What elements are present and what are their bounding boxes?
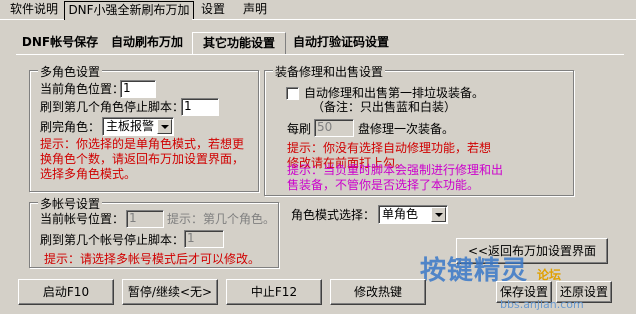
chevron-down-icon[interactable]	[157, 119, 172, 134]
top-tab-line-right	[192, 19, 636, 20]
current-role-input[interactable]: 1	[120, 80, 156, 98]
current-role-label: 当前角色位置：	[40, 82, 125, 96]
multi-role-legend: 多角色设置	[38, 63, 103, 80]
stop-account-label: 刷到第几个帐号停止脚本：	[40, 233, 185, 247]
repair-note: （备注：只出售蓝和白装）	[312, 100, 457, 114]
tab-main-function[interactable]: DNF小强全新刷布万加	[64, 1, 194, 20]
subtab-auto-brush[interactable]: 自动刷布万加	[104, 32, 190, 54]
multi-role-hint: 提示：你选择的是单角色模式，若想更换角色个数，请返回布万加设置界面，选择多角色模…	[40, 137, 245, 181]
multi-account-legend: 多帐号设置	[38, 195, 103, 212]
tab-declaration[interactable]: 声明	[236, 1, 274, 19]
stop-button[interactable]: 中止F12	[226, 279, 322, 305]
chevron-down-icon[interactable]	[431, 207, 446, 222]
multi-account-hint: 提示：请选择多帐号模式后才可以修改。	[44, 252, 261, 266]
repair-every-suffix: 盘修理一次装备。	[358, 122, 455, 136]
current-account-input[interactable]: 1	[126, 210, 164, 228]
start-button[interactable]: 启动F10	[18, 279, 114, 305]
tab-software-info[interactable]: 软件说明	[6, 1, 62, 19]
current-account-label: 当前帐号位置：	[40, 212, 125, 226]
current-account-hint: 提示：第几个角色。	[167, 212, 276, 226]
role-mode-label: 角色模式选择：	[291, 208, 376, 222]
done-role-select[interactable]: 主板报警	[102, 117, 174, 136]
stop-role-label: 刷到第几个角色停止脚本：	[40, 100, 185, 114]
repair-every-input[interactable]: 50	[314, 119, 354, 137]
top-tab-line-left	[0, 19, 64, 20]
subtab-other-settings[interactable]: 其它功能设置	[192, 32, 286, 55]
watermark-url: bbs.anjian.com	[500, 298, 584, 311]
role-mode-select[interactable]: 单角色	[378, 205, 448, 224]
auto-repair-label: 自动修理和出售第一排垃圾装备。	[304, 86, 485, 100]
role-mode-select-value: 单角色	[382, 207, 419, 221]
repair-every-label: 每刷	[287, 122, 312, 136]
subtab-account-save[interactable]: DNF帐号保存	[18, 32, 102, 54]
subtab-line	[16, 54, 624, 55]
repair-hint-magenta: 提示：当负重时脚本会强制进行修理和出售装备，不管你是否选择了本功能。	[287, 163, 504, 192]
pause-button[interactable]: 暂停/继续<无>	[122, 279, 218, 305]
done-role-select-value: 主板报警	[106, 119, 155, 133]
done-role-label: 刷完角色：	[40, 120, 101, 134]
auto-repair-checkbox[interactable]	[286, 87, 299, 100]
subtab-captcha-settings[interactable]: 自动打验证码设置	[286, 32, 396, 54]
stop-account-input[interactable]: 1	[184, 230, 224, 248]
stop-role-input[interactable]: 1	[181, 98, 219, 116]
tab-settings[interactable]: 设置	[194, 1, 232, 19]
hotkey-button[interactable]: 修改热键	[330, 279, 426, 305]
repair-legend: 装备修理和出售设置	[273, 63, 386, 80]
